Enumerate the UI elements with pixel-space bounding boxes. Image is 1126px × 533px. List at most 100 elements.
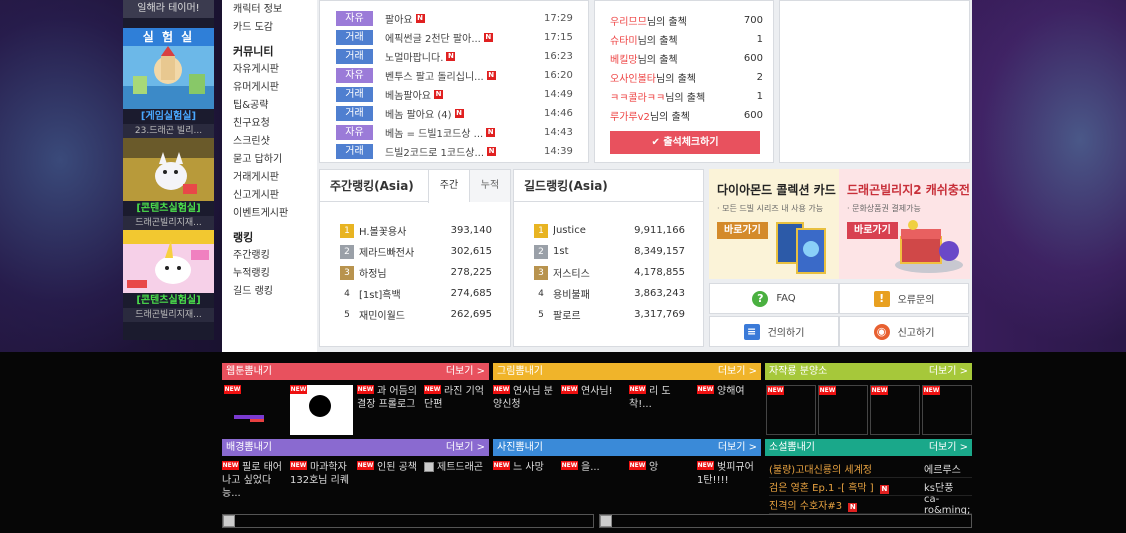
nav-item-trade-board[interactable]: 거래게시판 xyxy=(233,169,317,187)
novel-row[interactable]: 진격의 수호자#3 N ca-ro&ming; xyxy=(769,494,972,516)
drawing-thumb[interactable]: NEW 연사님 분양신청 xyxy=(493,385,557,433)
novel-title[interactable]: 진격의 수호자#3 N xyxy=(769,497,924,512)
board-row[interactable]: 거래 에픽썬글 2천단 팔아... N 17:15 xyxy=(336,28,588,47)
background-thumb[interactable]: NEW 인된 공책 xyxy=(357,461,421,509)
nav-item-free-board[interactable]: 자유게시판 xyxy=(233,61,317,79)
webtoon-thumb[interactable]: NEW xyxy=(224,385,286,433)
webtoon-thumb[interactable]: NEW 라진 기억 단편 xyxy=(424,385,486,433)
ad-go-button[interactable]: 바로가기 xyxy=(717,222,768,239)
suggest-button[interactable]: ≡ 건의하기 xyxy=(709,316,839,347)
more-link[interactable]: 더보기 > xyxy=(718,439,757,456)
board-title[interactable]: 드빌2코드로 1코드상... N xyxy=(385,144,500,159)
drawing-thumb[interactable]: NEW 리 도착!... xyxy=(629,385,693,433)
board-row[interactable]: 거래 베놈팔아요 N 14:49 xyxy=(336,85,588,104)
ranking-row[interactable]: 3 저스티스 4,178,855 xyxy=(534,262,703,283)
thumb-caption[interactable]: 양해여 xyxy=(697,385,759,398)
bottom-banner-right[interactable] xyxy=(599,514,972,528)
board-title[interactable]: 에픽썬글 2천단 팔아... N xyxy=(385,30,500,45)
promo-image-game-lab[interactable] xyxy=(123,46,214,109)
nav-item-qna[interactable]: 묻고 답하기 xyxy=(233,151,317,169)
sale-thumb[interactable]: NEW xyxy=(818,385,868,435)
thumb-caption[interactable]: 리 도착!... xyxy=(629,385,691,411)
photo-thumb[interactable]: NEW 앙 xyxy=(629,461,693,509)
thumb-caption[interactable]: 벚피규어 1탄!!!! xyxy=(697,461,759,487)
report-button[interactable]: ◉ 신고하기 xyxy=(839,316,969,347)
nav-item-guild-rank[interactable]: 길드 랭킹 xyxy=(233,283,317,301)
ranking-row[interactable]: 3 하정님 278,225 xyxy=(340,262,510,283)
drawing-thumb[interactable]: NEW 연사님! xyxy=(561,385,625,433)
thumb-caption[interactable]: 제트드래곤 xyxy=(424,461,488,474)
tab-weekly[interactable]: 주간 xyxy=(428,169,469,203)
board-title[interactable]: 노멀마팝니다. N xyxy=(385,49,500,64)
board-row[interactable]: 자유 벤투스 팔고 돌리십니... N 16:20 xyxy=(336,66,588,85)
ranking-row[interactable]: 4 [1st]흑백 274,685 xyxy=(340,283,510,304)
photo-thumb[interactable]: NEW 벚피규어 1탄!!!! xyxy=(697,461,761,509)
nav-item-friend-request[interactable]: 친구요청 xyxy=(233,115,317,133)
background-thumb[interactable]: NEW 필로 태어나고 싶었다 능... xyxy=(222,461,286,509)
ranking-row[interactable]: 4 용비불패 3,863,243 xyxy=(534,283,703,304)
novel-title[interactable]: 검은 영혼 Ep.1 -[ 흑막 ] N xyxy=(769,479,924,494)
nav-item-event-board[interactable]: 이벤트게시판 xyxy=(233,205,317,223)
nav-item-report-board[interactable]: 신고게시판 xyxy=(233,187,317,205)
sale-thumb[interactable]: NEW xyxy=(766,385,816,435)
promo-image-content-lab-2[interactable] xyxy=(123,230,214,293)
drawing-thumb[interactable]: NEW 양해여 xyxy=(697,385,761,433)
webtoon-thumb[interactable]: NEW 과 어듬의 결장 프롤로그 xyxy=(357,385,419,433)
board-title[interactable]: 베놈 = 드빌1코드상 ... N xyxy=(385,125,500,140)
attendance-check-button[interactable]: ✔ 출석체크하기 xyxy=(610,131,760,154)
photo-thumb[interactable]: NEW 느 사망 xyxy=(493,461,557,509)
more-link[interactable]: 더보기 > xyxy=(446,439,485,456)
ranking-row[interactable]: 1 H.볼꽃용사 393,140 xyxy=(340,220,510,241)
promo-sub-2[interactable]: 드래곤빌리지재... xyxy=(123,216,214,230)
nav-item-tips[interactable]: 팁&공략 xyxy=(233,97,317,115)
more-link[interactable]: 더보기 > xyxy=(446,363,485,380)
board-row[interactable]: 자유 베놈 = 드빌1코드상 ... N 14:43 xyxy=(336,123,588,142)
board-row[interactable]: 거래 베놈 팔아요 (4) N 14:46 xyxy=(336,104,588,123)
nav-item-card-book[interactable]: 카드 도감 xyxy=(233,19,317,37)
promo-label-1[interactable]: [게임실험실] xyxy=(123,109,214,124)
cash-charge-ad[interactable]: 드래곤빌리지2 캐쉬충전 · 문화상품권 결제가능 바로가기 xyxy=(839,169,970,279)
background-thumb[interactable]: 제트드래곤 xyxy=(424,461,488,509)
sale-thumb[interactable]: NEW xyxy=(922,385,972,435)
thumb-caption[interactable]: 필로 태어나고 싶었다 능... xyxy=(222,461,284,500)
ranking-row[interactable]: 1 Justice 9,911,166 xyxy=(534,220,703,241)
ranking-row[interactable]: 2 1st 8,349,157 xyxy=(534,241,703,262)
thumb-caption[interactable]: 연사님 분양신청 xyxy=(493,385,555,411)
promo-top-banner[interactable]: 일해라 테이머! xyxy=(123,0,214,18)
board-row[interactable]: 자유 팔아요 N 17:29 xyxy=(336,9,588,28)
photo-thumb[interactable]: NEW 을... xyxy=(561,461,625,509)
thumb-caption[interactable]: 라진 기억 단편 xyxy=(424,385,484,411)
board-row[interactable]: 거래 노멀마팝니다. N 16:23 xyxy=(336,47,588,66)
thumb-caption[interactable]: 앙 xyxy=(629,461,691,474)
thumb-caption[interactable]: 과 어듬의 결장 프롤로그 xyxy=(357,385,417,411)
promo-label-3[interactable]: [콘텐츠실험실] xyxy=(123,293,214,308)
promo-sub-3[interactable]: 드래곤빌리지재... xyxy=(123,308,214,322)
thumb-caption[interactable]: 느 사망 xyxy=(493,461,555,474)
novel-title[interactable]: (불량)고대신룡의 세계정 xyxy=(769,461,924,476)
ranking-row[interactable]: 2 제라드빠전사 302,615 xyxy=(340,241,510,262)
bottom-banner-left[interactable] xyxy=(222,514,594,528)
more-link[interactable]: 더보기 > xyxy=(929,363,968,380)
webtoon-thumb[interactable]: NEW xyxy=(290,385,353,435)
nav-item-weekly-rank[interactable]: 주간랭킹 xyxy=(233,247,317,265)
board-row[interactable]: 거래 드빌2코드로 1코드상... N 14:39 xyxy=(336,142,588,161)
board-title[interactable]: 벤투스 팔고 돌리십니... N xyxy=(385,68,500,83)
more-link[interactable]: 더보기 > xyxy=(929,439,968,456)
board-title[interactable]: 베놈 팔아요 (4) N xyxy=(385,106,500,121)
ranking-row[interactable]: 5 재민이월드 262,695 xyxy=(340,304,510,325)
error-inquiry-button[interactable]: ! 오류문의 xyxy=(839,283,969,314)
thumb-caption[interactable]: 마과학자 132호님 리퀘 xyxy=(290,461,352,487)
promo-label-2[interactable]: [콘텐츠실험실] xyxy=(123,201,214,216)
nav-item-screenshot[interactable]: 스크린샷 xyxy=(233,133,317,151)
nav-item-total-rank[interactable]: 누적랭킹 xyxy=(233,265,317,283)
nav-item-character-info[interactable]: 캐릭터 정보 xyxy=(233,1,317,19)
background-thumb[interactable]: NEW 마과학자 132호님 리퀘 xyxy=(290,461,354,509)
novel-row[interactable]: (불량)고대신룡의 세계정 에르루스 xyxy=(769,460,972,478)
more-link[interactable]: 더보기 > xyxy=(718,363,757,380)
board-title[interactable]: 베놈팔아요 N xyxy=(385,87,500,102)
faq-button[interactable]: ? FAQ xyxy=(709,283,839,314)
promo-image-content-lab-1[interactable] xyxy=(123,138,214,201)
thumb-caption[interactable]: 을... xyxy=(561,461,623,474)
nav-item-humor-board[interactable]: 유머게시판 xyxy=(233,79,317,97)
thumb-caption[interactable]: 연사님! xyxy=(561,385,623,398)
